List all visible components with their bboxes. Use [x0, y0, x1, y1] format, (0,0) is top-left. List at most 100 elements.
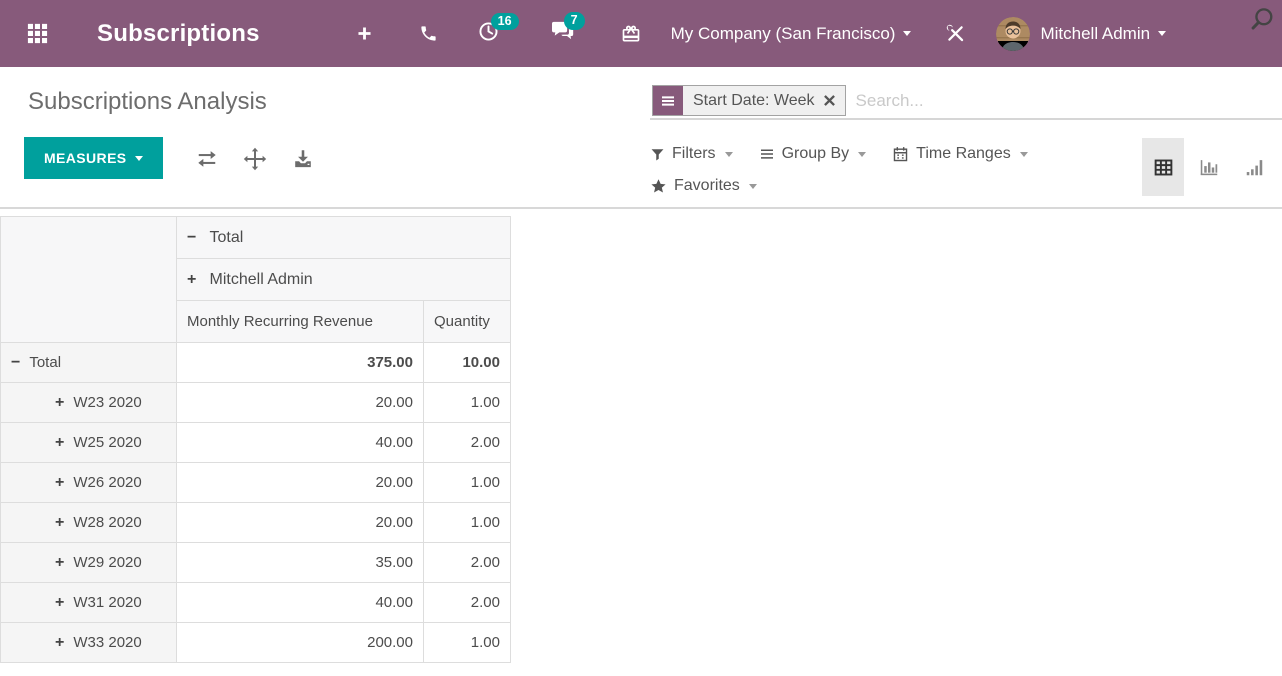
measures-button[interactable]: MEASURES [24, 137, 163, 179]
top-navbar: Subscriptions 16 7 My Company [0, 0, 1282, 67]
collapse-icon[interactable]: − [11, 354, 20, 372]
pivot-row: +W33 2020200.001.00 [1, 623, 511, 663]
pivot-row: + W25 2020 40.002.00 [1, 423, 511, 463]
pivot-row: + W29 2020 35.002.00 [1, 543, 511, 583]
message-count-badge[interactable]: 7 [564, 12, 585, 30]
chevron-down-icon [749, 184, 757, 189]
search-filter-menus: Filters Group By Time Ranges [650, 138, 1054, 202]
pivot-row-header[interactable]: + W29 2020 [1, 543, 177, 583]
expand-icon[interactable]: + [55, 394, 64, 412]
pivot-cell-mrr: 35.00 [177, 543, 424, 583]
activities-menu[interactable]: 16 [478, 21, 499, 47]
expand-icon[interactable]: + [55, 474, 64, 492]
pivot-row-header[interactable]: + W23 2020 [1, 383, 177, 423]
pivot-cell-quantity: 1.00 [424, 623, 511, 663]
search-input[interactable] [856, 91, 1242, 111]
measures-button-label: MEASURES [44, 150, 127, 166]
filters-label: Filters [672, 145, 716, 163]
pivot-row-label: W25 2020 [73, 434, 141, 451]
pivot-cell-quantity: 2.00 [424, 543, 511, 583]
calendar-icon [892, 146, 909, 163]
pivot-corner-cell [1, 217, 177, 343]
expand-icon[interactable]: + [55, 514, 64, 532]
pivot-row: +W26 202020.001.00 [1, 463, 511, 503]
pivot-cell-quantity: 10.00 [424, 343, 511, 383]
filters-menu[interactable]: Filters [650, 145, 733, 163]
chevron-down-icon [1158, 31, 1166, 36]
quick-create-icon[interactable] [356, 25, 373, 42]
pivot-row: +W28 202020.001.00 [1, 503, 511, 543]
pivot-view-button[interactable] [1142, 138, 1184, 196]
collapse-icon[interactable]: − [187, 229, 196, 247]
group-by-label: Group By [782, 145, 850, 163]
flip-axis-icon[interactable] [194, 146, 220, 172]
pivot-cell-mrr: 40.00 [177, 423, 424, 463]
pivot-row-label: W29 2020 [73, 554, 141, 571]
pivot-col-header-group[interactable]: + Mitchell Admin [177, 259, 511, 301]
pivot-row: +W31 202040.002.00 [1, 583, 511, 623]
pivot-row-label: W23 2020 [73, 394, 141, 411]
user-menu[interactable]: Mitchell Admin [1040, 24, 1166, 44]
pivot-cell-mrr: 20.00 [177, 383, 424, 423]
pivot-body: −Total375.0010.00+W23 202020.001.00+W25 … [1, 343, 511, 663]
pivot-view: − Total + Mitchell Admin Monthly Recurri… [0, 216, 511, 663]
chevron-down-icon [1020, 152, 1028, 157]
gift-icon[interactable] [621, 24, 641, 44]
app-title[interactable]: Subscriptions [97, 20, 260, 48]
chevron-down-icon [135, 156, 143, 161]
expand-icon[interactable]: + [55, 434, 64, 452]
pivot-row: + W23 2020 20.001.00 [1, 383, 511, 423]
phone-icon[interactable] [419, 24, 438, 43]
apps-menu-icon[interactable] [26, 22, 49, 45]
search-icon[interactable] [1249, 6, 1276, 38]
messages-menu[interactable]: 7 [551, 20, 575, 47]
pivot-row-header[interactable]: + W25 2020 [1, 423, 177, 463]
pivot-col-header-total[interactable]: − Total [177, 217, 511, 259]
odoo-screen: Subscriptions 16 7 My Company [0, 0, 1282, 676]
measure-header-mrr[interactable]: Monthly Recurring Revenue [177, 301, 424, 343]
pivot-cell-mrr: 200.00 [177, 623, 424, 663]
graph-view-button[interactable] [1188, 138, 1230, 196]
pivot-cell-quantity: 1.00 [424, 503, 511, 543]
activity-count-badge[interactable]: 16 [491, 13, 519, 31]
cohort-view-button[interactable] [1234, 138, 1276, 196]
avatar[interactable] [996, 17, 1030, 51]
pivot-row-header[interactable]: +W33 2020 [1, 623, 177, 663]
filter-icon [650, 147, 665, 162]
chevron-down-icon [903, 31, 911, 36]
pivot-cell-quantity: 1.00 [424, 383, 511, 423]
chevron-down-icon [725, 152, 733, 157]
expand-icon[interactable]: + [55, 634, 64, 652]
pivot-cell-quantity: 2.00 [424, 583, 511, 623]
expand-icon[interactable]: + [55, 554, 64, 572]
pivot-col-total-label: Total [210, 229, 244, 246]
search-bar[interactable]: Start Date: Week [650, 83, 1282, 120]
pivot-table: − Total + Mitchell Admin Monthly Recurri… [0, 216, 511, 663]
company-switcher[interactable]: My Company (San Francisco) [671, 24, 912, 44]
favorites-label: Favorites [674, 177, 740, 195]
pivot-row-header[interactable]: −Total [1, 343, 177, 383]
debug-tools-icon[interactable] [945, 23, 966, 44]
pivot-row-label: Total [29, 354, 61, 371]
view-switcher [1138, 138, 1276, 196]
expand-icon[interactable]: + [187, 271, 196, 289]
user-name: Mitchell Admin [1040, 24, 1150, 44]
expand-icon[interactable]: + [55, 594, 64, 612]
facet-remove-icon[interactable] [823, 86, 845, 115]
pivot-row-header[interactable]: +W28 2020 [1, 503, 177, 543]
pivot-row-header[interactable]: +W31 2020 [1, 583, 177, 623]
group-by-menu[interactable]: Group By [759, 145, 867, 163]
search-facet: Start Date: Week [652, 85, 846, 116]
download-icon[interactable] [290, 146, 316, 172]
time-ranges-menu[interactable]: Time Ranges [892, 145, 1028, 163]
measure-header-quantity[interactable]: Quantity [424, 301, 511, 343]
pivot-cell-mrr: 375.00 [177, 343, 424, 383]
favorites-menu[interactable]: Favorites [650, 177, 757, 195]
bars-icon [759, 146, 775, 162]
facet-label: Start Date: Week [683, 86, 823, 115]
pivot-cell-mrr: 40.00 [177, 583, 424, 623]
expand-all-icon[interactable] [242, 146, 268, 172]
pivot-row-header[interactable]: +W26 2020 [1, 463, 177, 503]
pivot-col-group-label: Mitchell Admin [210, 271, 313, 288]
pivot-cell-quantity: 2.00 [424, 423, 511, 463]
